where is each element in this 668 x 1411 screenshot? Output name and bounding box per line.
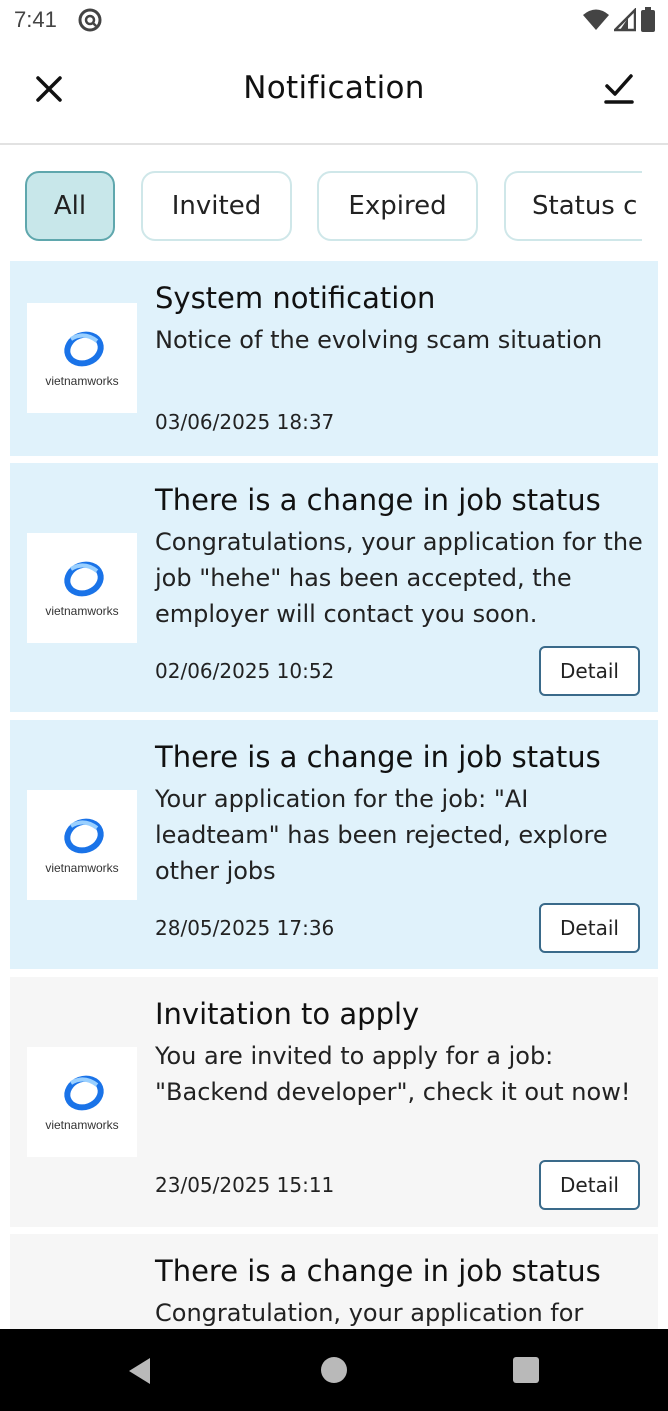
notification-card[interactable]: vietnamworks There is a change in job st… xyxy=(10,720,658,969)
notification-date: 23/05/2025 15:11 xyxy=(155,1173,335,1197)
company-logo: vietnamworks xyxy=(27,303,137,413)
notification-body: Notice of the evolving scam situation xyxy=(155,326,603,354)
notification-date: 28/05/2025 17:36 xyxy=(155,916,335,940)
signal-icon xyxy=(614,8,636,32)
company-logo: vietnamworks xyxy=(27,533,137,643)
logo-text: vietnamworks xyxy=(45,1118,118,1132)
notification-list: vietnamworks System notification Notice … xyxy=(10,261,658,1329)
status-bar: 7:41 xyxy=(0,0,668,42)
detail-button[interactable]: Detail xyxy=(539,646,640,696)
logo-text: vietnamworks xyxy=(45,604,118,618)
wifi-icon xyxy=(583,9,609,30)
filter-chip-all[interactable]: All xyxy=(25,171,115,241)
notification-body: Congratulations, your application for th… xyxy=(155,528,643,628)
notification-card[interactable]: vietnamworks There is a change in job st… xyxy=(10,463,658,712)
notification-title: There is a change in job status xyxy=(155,740,601,774)
notification-card[interactable]: There is a change in job status Congratu… xyxy=(10,1234,658,1329)
back-icon[interactable] xyxy=(128,1357,152,1385)
filter-chip-expired[interactable]: Expired xyxy=(317,171,478,241)
notification-title: There is a change in job status xyxy=(155,483,601,517)
notification-card[interactable]: vietnamworks Invitation to apply You are… xyxy=(10,977,658,1227)
detail-button[interactable]: Detail xyxy=(539,1160,640,1210)
do-not-disturb-icon xyxy=(78,8,102,32)
logo-text: vietnamworks xyxy=(45,861,118,875)
filter-chip-invited[interactable]: Invited xyxy=(141,171,292,241)
logo-text: vietnamworks xyxy=(45,374,118,388)
notification-date: 03/06/2025 18:37 xyxy=(155,410,335,434)
notification-title: System notification xyxy=(155,281,436,315)
company-logo: vietnamworks xyxy=(27,790,137,900)
status-time: 7:41 xyxy=(14,7,57,32)
notification-body: You are invited to apply for a job: "Bac… xyxy=(155,1042,631,1106)
filter-chip-status-change[interactable]: Status c xyxy=(504,171,642,241)
notification-title: There is a change in job status xyxy=(155,1254,601,1288)
notification-card[interactable]: vietnamworks System notification Notice … xyxy=(10,261,658,456)
notification-body: Congratulation, your application for xyxy=(155,1299,584,1327)
recent-apps-icon[interactable] xyxy=(513,1357,539,1383)
status-icons xyxy=(582,7,656,33)
mark-all-read-button[interactable] xyxy=(594,64,644,114)
app-bar: Notification xyxy=(0,42,668,145)
system-nav-bar xyxy=(0,1329,668,1411)
home-icon[interactable] xyxy=(321,1357,347,1383)
mark-all-read-icon xyxy=(604,74,634,104)
notification-body: Your application for the job: "AI leadte… xyxy=(155,785,608,885)
notification-title: Invitation to apply xyxy=(155,997,420,1031)
battery-icon xyxy=(641,7,655,32)
detail-button[interactable]: Detail xyxy=(539,903,640,953)
company-logo: vietnamworks xyxy=(27,1047,137,1157)
notification-date: 02/06/2025 10:52 xyxy=(155,659,335,683)
filter-chips: All Invited Expired Status c xyxy=(0,145,668,260)
page-title: Notification xyxy=(243,70,425,106)
